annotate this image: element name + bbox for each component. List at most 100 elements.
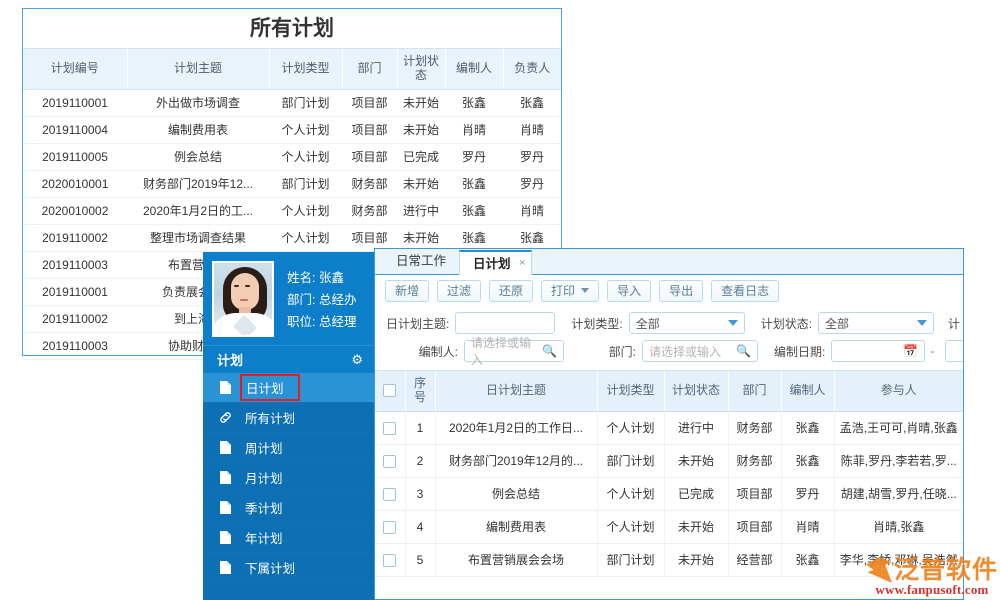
cell-subject: 整理市场调查结果 xyxy=(127,224,269,251)
calendar-icon[interactable]: 📅 xyxy=(903,344,918,358)
cell-author: 罗丹 xyxy=(445,143,503,170)
toolbar-button-4[interactable]: 打印 xyxy=(541,280,599,302)
toolbar-button-label: 导入 xyxy=(617,282,641,299)
col-daily-subject[interactable]: 日计划主题 xyxy=(435,371,597,411)
cell-type: 个人计划 xyxy=(597,477,664,510)
sidebar-item-6[interactable]: 年计划 xyxy=(203,523,375,553)
table-row[interactable]: 12020年1月2日的工作日...个人计划进行中财务部张鑫孟浩,王可可,肖晴,张… xyxy=(375,411,963,444)
filter-author: 编制人: 请选择或输入 🔍 xyxy=(386,340,564,362)
table-row[interactable]: 5布置营销展会会场部门计划未开始经营部张鑫李华,李娇,邓琳,吴浩然 xyxy=(375,543,963,576)
cell-no: 2020010002 xyxy=(23,197,127,224)
cell-dept: 项目部 xyxy=(728,477,781,510)
filter-date-from[interactable]: 📅 xyxy=(831,340,925,362)
col-daily-author[interactable]: 编制人 xyxy=(781,371,834,411)
filter-status-select[interactable]: 全部 xyxy=(818,312,934,334)
filter-dept-placeholder: 请选择或输入 xyxy=(649,343,721,360)
toolbar-button-3[interactable]: 还原 xyxy=(489,280,533,302)
avatar-mouth xyxy=(240,299,248,301)
col-plan-subject[interactable]: 计划主题 xyxy=(127,49,269,89)
sidebar-item-1[interactable]: 日计划 xyxy=(203,373,375,403)
filter-dept-input[interactable]: 请选择或输入 🔍 xyxy=(642,340,758,362)
table-row[interactable]: 3例会总结个人计划已完成项目部罗丹胡建,胡雪,罗丹,任晓... xyxy=(375,477,963,510)
filter-partial-label: 计 xyxy=(948,315,960,332)
col-owner[interactable]: 负责人 xyxy=(503,49,561,89)
col-index-line1: 序 xyxy=(414,376,426,390)
row-checkbox-cell[interactable] xyxy=(375,510,405,543)
filter-subject-input[interactable] xyxy=(455,312,555,334)
cell-status: 已完成 xyxy=(397,143,445,170)
row-checkbox[interactable] xyxy=(383,422,396,435)
col-index[interactable]: 序号 xyxy=(405,371,435,411)
table-row[interactable]: 2财务部门2019年12月的...部门计划未开始财务部张鑫陈菲,罗丹,李若若,罗… xyxy=(375,444,963,477)
sidebar-item-5[interactable]: 季计划 xyxy=(203,493,375,523)
close-icon[interactable]: × xyxy=(519,251,525,276)
tab-1[interactable]: 日常工作 xyxy=(383,249,459,274)
cell-subject[interactable]: 编制费用表 xyxy=(435,510,597,543)
filter-status-value: 全部 xyxy=(825,315,849,332)
cell-participants: 陈菲,罗丹,李若若,罗... xyxy=(834,444,963,477)
table-row[interactable]: 2019110004编制费用表个人计划项目部未开始肖晴肖晴 xyxy=(23,116,561,143)
cell-subject[interactable]: 财务部门2019年12月的... xyxy=(435,444,597,477)
row-checkbox-cell[interactable] xyxy=(375,543,405,576)
gear-icon[interactable]: ⚙ xyxy=(351,352,363,368)
col-plan-no[interactable]: 计划编号 xyxy=(23,49,127,89)
cell-no: 2019110004 xyxy=(23,116,127,143)
table-row[interactable]: 2019110001外出做市场调查部门计划项目部未开始张鑫张鑫 xyxy=(23,89,561,116)
cell-dept: 经营部 xyxy=(728,543,781,576)
sidebar-menu: 日计划所有计划周计划月计划季计划年计划下属计划 xyxy=(203,373,375,600)
avatar-face xyxy=(231,273,259,310)
col-daily-dept[interactable]: 部门 xyxy=(728,371,781,411)
col-select-all[interactable] xyxy=(375,371,405,411)
toolbar-button-6[interactable]: 导出 xyxy=(659,280,703,302)
cell-dept: 财务部 xyxy=(728,444,781,477)
table-row[interactable]: 4编制费用表个人计划未开始项目部肖晴肖晴,张鑫 xyxy=(375,510,963,543)
table-row[interactable]: 2019110002整理市场调查结果个人计划项目部未开始张鑫张鑫 xyxy=(23,224,561,251)
table-row[interactable]: 20200100022020年1月2日的工...个人计划财务部进行中张鑫肖晴 xyxy=(23,197,561,224)
search-icon[interactable]: 🔍 xyxy=(736,344,751,358)
row-checkbox-cell[interactable] xyxy=(375,477,405,510)
col-dept[interactable]: 部门 xyxy=(342,49,397,89)
filter-date: 编制日期: 📅 - xyxy=(774,340,964,362)
col-daily-status[interactable]: 计划状态 xyxy=(664,371,728,411)
tab-2[interactable]: 日计划× xyxy=(459,250,532,275)
col-plan-status[interactable]: 计划状态 xyxy=(397,49,445,89)
cell-type: 部门计划 xyxy=(597,444,664,477)
table-row[interactable]: 2019110005例会总结个人计划项目部已完成罗丹罗丹 xyxy=(23,143,561,170)
cell-status: 未开始 xyxy=(397,170,445,197)
cell-subject[interactable]: 例会总结 xyxy=(435,477,597,510)
col-author[interactable]: 编制人 xyxy=(445,49,503,89)
toolbar-button-1[interactable]: 新增 xyxy=(385,280,429,302)
toolbar-button-5[interactable]: 导入 xyxy=(607,280,651,302)
col-plan-type[interactable]: 计划类型 xyxy=(269,49,342,89)
row-checkbox[interactable] xyxy=(383,455,396,468)
select-all-checkbox[interactable] xyxy=(383,384,396,397)
row-checkbox-cell[interactable] xyxy=(375,444,405,477)
cell-subject[interactable]: 布置营销展会会场 xyxy=(435,543,597,576)
row-checkbox[interactable] xyxy=(383,488,396,501)
sidebar-item-3[interactable]: 周计划 xyxy=(203,433,375,463)
col-daily-type[interactable]: 计划类型 xyxy=(597,371,664,411)
toolbar-button-7[interactable]: 查看日志 xyxy=(711,280,779,302)
row-checkbox-cell[interactable] xyxy=(375,411,405,444)
filter-date-to[interactable] xyxy=(945,340,964,362)
filter-subject-label: 日计划主题: xyxy=(386,315,449,332)
profile-title: 职位: 总经理 xyxy=(287,311,356,333)
sidebar-item-7[interactable]: 下属计划 xyxy=(203,553,375,583)
sidebar-item-4[interactable]: 月计划 xyxy=(203,463,375,493)
filter-type-select[interactable]: 全部 xyxy=(629,312,745,334)
col-daily-participants[interactable]: 参与人 xyxy=(834,371,963,411)
cell-subject[interactable]: 2020年1月2日的工作日... xyxy=(435,411,597,444)
chevron-down-icon xyxy=(728,320,738,326)
toolbar-button-2[interactable]: 过滤 xyxy=(437,280,481,302)
row-checkbox[interactable] xyxy=(383,521,396,534)
sidebar-item-2[interactable]: 所有计划 xyxy=(203,403,375,433)
search-icon[interactable]: 🔍 xyxy=(542,344,557,358)
toolbar-button-label: 还原 xyxy=(499,282,523,299)
cell-status: 进行中 xyxy=(664,411,728,444)
filter-author-input[interactable]: 请选择或输入 🔍 xyxy=(464,340,564,362)
row-checkbox[interactable] xyxy=(383,554,396,567)
table-row[interactable]: 2020010001财务部门2019年12...部门计划财务部未开始张鑫罗丹 xyxy=(23,170,561,197)
cell-subject: 编制费用表 xyxy=(127,116,269,143)
cell-participants: 肖晴,张鑫 xyxy=(834,510,963,543)
cell-owner: 张鑫 xyxy=(503,89,561,116)
